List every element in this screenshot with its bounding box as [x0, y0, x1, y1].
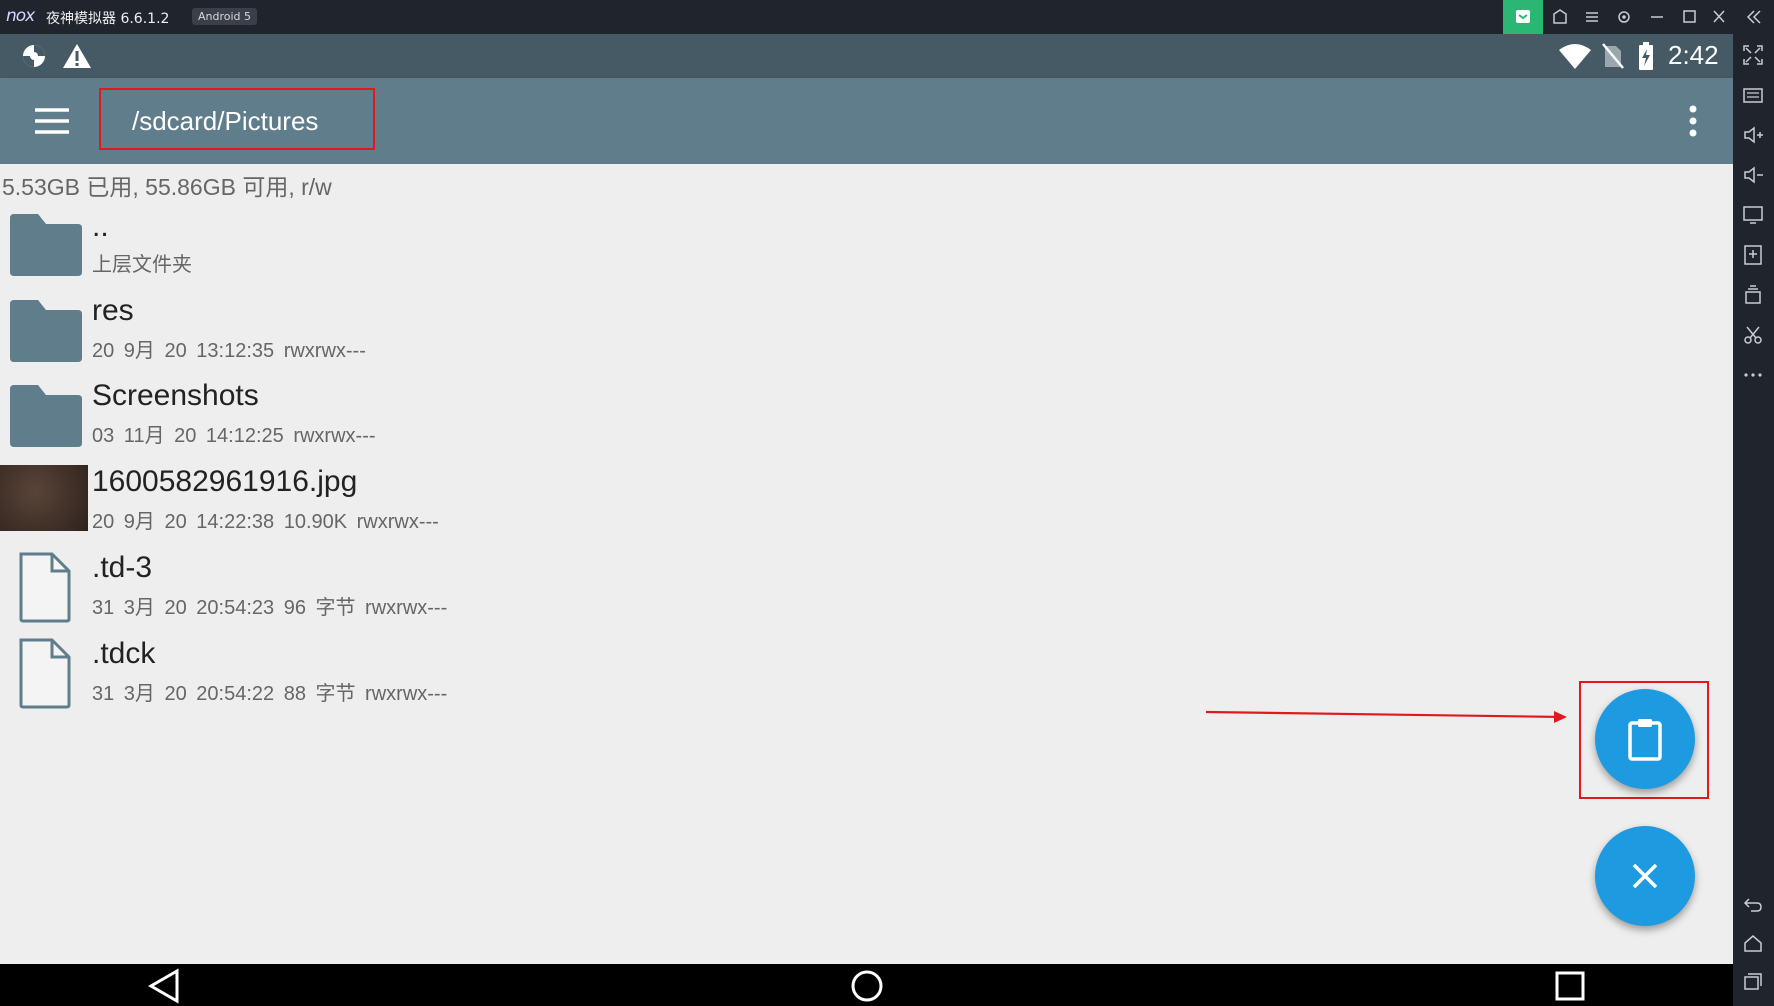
- volume-up-icon[interactable]: [1742, 124, 1764, 146]
- android-status-bar: 2:42: [0, 34, 1733, 78]
- skin-icon[interactable]: [1548, 6, 1572, 28]
- annotation-arrow: [1205, 710, 1567, 723]
- clipboard-icon: [1628, 719, 1662, 761]
- fullscreen-icon[interactable]: [1742, 44, 1764, 66]
- cancel-button[interactable]: [1595, 826, 1695, 926]
- current-path[interactable]: /sdcard/Pictures: [132, 106, 318, 137]
- storage-info: 5.53GB 已用, 55.86GB 可用, r/w: [2, 174, 332, 200]
- notification-tray-button[interactable]: [1503, 0, 1543, 34]
- folder-icon: [10, 300, 82, 362]
- close-icon: [1632, 863, 1658, 889]
- list-item-file-tdck[interactable]: .tdck 31 3月 20 20:54:22 88 字节 rwxrwx---: [0, 635, 900, 719]
- file-meta: 31 3月 20 20:54:23 96 字节 rwxrwx---: [92, 597, 448, 619]
- menu-icon[interactable]: [1580, 6, 1604, 28]
- window-title: 夜神模拟器 6.6.1.2: [46, 11, 170, 27]
- wifi-icon: [1559, 44, 1591, 69]
- file-list-area: 5.53GB 已用, 55.86GB 可用, r/w .. 上层文件夹 res …: [0, 164, 1733, 964]
- recent-apps-icon[interactable]: [1742, 970, 1764, 992]
- maximize-icon[interactable]: [1677, 6, 1701, 28]
- more-icon[interactable]: [1742, 364, 1764, 386]
- add-apk-icon[interactable]: [1742, 244, 1764, 266]
- emulator-title-bar: nox 夜神模拟器 6.6.1.2 Android 5: [0, 0, 1774, 34]
- recents-icon[interactable]: [1553, 969, 1587, 1003]
- android-version-badge: Android 5: [192, 8, 258, 25]
- keyboard-icon[interactable]: [1742, 84, 1764, 106]
- warning-icon: [63, 44, 91, 68]
- battery-charging-icon: [1639, 42, 1653, 70]
- android-navigation-bar: [0, 964, 1733, 1006]
- overflow-menu-icon[interactable]: [1681, 104, 1705, 138]
- emulator-side-toolbar: [1733, 34, 1774, 1006]
- file-name: 1600582961916.jpg: [92, 465, 358, 498]
- file-name: res: [92, 294, 134, 327]
- file-name: .tdck: [92, 637, 156, 670]
- list-item-image-file[interactable]: 1600582961916.jpg 20 9月 20 14:22:38 10.9…: [0, 463, 900, 547]
- settings-gear-icon[interactable]: [1612, 6, 1636, 28]
- file-meta: 20 9月 20 14:22:38 10.90K rwxrwx---: [92, 511, 439, 533]
- folder-icon: [10, 385, 82, 447]
- scissors-icon[interactable]: [1742, 324, 1764, 346]
- no-sim-icon: [1602, 43, 1624, 69]
- hamburger-menu-icon[interactable]: [32, 106, 72, 136]
- multi-instance-icon[interactable]: [1742, 284, 1764, 306]
- file-meta: 上层文件夹: [92, 254, 192, 276]
- sync-icon: [23, 45, 45, 67]
- image-thumbnail: [0, 465, 88, 531]
- file-name: Screenshots: [92, 379, 259, 412]
- back-return-icon[interactable]: [1742, 894, 1764, 916]
- status-time: 2:42: [1668, 40, 1719, 70]
- app-toolbar: /sdcard/Pictures: [0, 78, 1733, 164]
- list-item-folder-res[interactable]: res 20 9月 20 13:12:35 rwxrwx---: [0, 292, 900, 376]
- file-meta: 31 3月 20 20:54:22 88 字节 rwxrwx---: [92, 683, 448, 705]
- nox-logo: nox: [6, 6, 35, 26]
- file-name: ..: [92, 210, 109, 243]
- close-window-icon[interactable]: [1707, 6, 1731, 28]
- screen-icon[interactable]: [1742, 204, 1764, 226]
- home-icon[interactable]: [849, 968, 885, 1004]
- minimize-icon[interactable]: [1645, 6, 1669, 28]
- file-name: .td-3: [92, 551, 153, 584]
- file-icon: [19, 552, 71, 623]
- list-item-file-td3[interactable]: .td-3 31 3月 20 20:54:23 96 字节 rwxrwx---: [0, 549, 900, 633]
- collapse-sidebar-icon[interactable]: [1742, 6, 1766, 28]
- paste-button[interactable]: [1595, 689, 1695, 789]
- list-item-parent-folder[interactable]: .. 上层文件夹: [0, 206, 900, 290]
- file-meta: 03 11月 20 14:12:25 rwxrwx---: [92, 425, 376, 447]
- back-icon[interactable]: [147, 968, 181, 1004]
- list-item-folder-screenshots[interactable]: Screenshots 03 11月 20 14:12:25 rwxrwx---: [0, 377, 900, 461]
- file-icon: [19, 638, 71, 709]
- home-sidebar-icon[interactable]: [1742, 932, 1764, 954]
- volume-down-icon[interactable]: [1742, 164, 1764, 186]
- folder-icon: [10, 214, 82, 276]
- file-meta: 20 9月 20 13:12:35 rwxrwx---: [92, 340, 366, 362]
